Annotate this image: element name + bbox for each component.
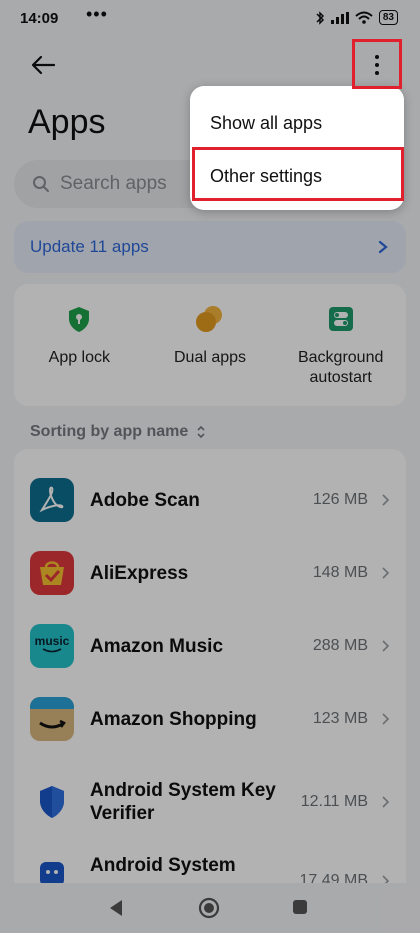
highlight-box-more-options [352, 39, 402, 89]
menu-item-show-all-apps[interactable]: Show all apps [210, 113, 322, 134]
highlight-box-other-settings [192, 147, 404, 201]
